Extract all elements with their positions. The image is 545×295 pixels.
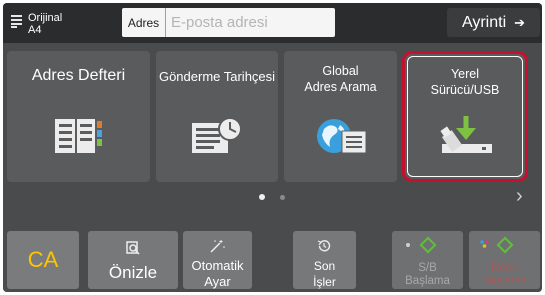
tile-usb-label-line1: Yerel <box>450 67 480 81</box>
color-start-button[interactable]: Renk Başlama <box>469 231 540 289</box>
tile-global-label-line2: Adres Arama <box>304 80 377 94</box>
color-start-label-line1: Renk <box>491 262 518 274</box>
recent-jobs-label-line1: Son <box>313 259 336 273</box>
auto-set-button[interactable]: Otomatik Ayar <box>183 231 252 289</box>
arrow-right-icon: ➔ <box>514 14 526 30</box>
bottom-bar: CA Önizle Otomatik Ayar Son İşler S/B Ba… <box>3 225 542 292</box>
ca-button[interactable]: CA <box>7 231 79 289</box>
bw-start-button[interactable]: S/B Başlama <box>392 231 463 289</box>
tile-global-address-search[interactable]: Global Adres Arama <box>284 51 397 182</box>
bw-start-label-line2: Başlama <box>405 275 450 287</box>
destination-tiles: Adres Defteri Gönderme Tarihçesi Global … <box>3 51 542 191</box>
ca-label: CA <box>27 247 59 272</box>
tile-usb-label-line2: Sürücü/USB <box>430 83 500 97</box>
start-diamond-icon <box>419 236 437 254</box>
tile-local-drive-usb[interactable]: Yerel Sürücü/USB <box>402 51 528 182</box>
preview-button[interactable]: Önizle <box>88 231 178 289</box>
history-icon <box>317 240 331 252</box>
recent-jobs-label-line2: İşler <box>313 275 336 289</box>
tile-send-history-label: Gönderme Tarihçesi <box>158 69 276 84</box>
page-dot-active <box>259 194 265 200</box>
color-start-label-line2: Başlama <box>482 275 527 287</box>
screen: Orijinal A4 Adres Ayrinti ➔ Adres Defter… <box>3 3 542 292</box>
tile-send-history[interactable]: Gönderme Tarihçesi <box>156 51 278 182</box>
auto-set-label-line2: Ayar <box>204 274 231 289</box>
preview-label: Önizle <box>108 263 158 282</box>
usb-drive-icon <box>440 116 492 153</box>
tile-address-book-label: Adres Defteri <box>31 67 126 84</box>
magic-wand-icon <box>210 240 225 253</box>
bw-start-label: S/B Başlama <box>392 262 463 288</box>
recent-jobs-button[interactable]: Son İşler <box>293 231 356 289</box>
recent-jobs-label: Son İşler <box>293 258 356 290</box>
auto-set-label: Otomatik Ayar <box>183 258 252 290</box>
original-label: Orijinal <box>28 12 63 24</box>
page-indicator <box>259 194 300 200</box>
tile-global-label-line1: Global <box>322 64 359 78</box>
auto-set-label-line1: Otomatik <box>191 258 244 273</box>
color-dots-icon <box>480 240 489 248</box>
details-label: Ayrinti <box>461 13 507 31</box>
address-book-icon <box>55 119 102 153</box>
original-setting[interactable]: Orijinal A4 <box>11 12 62 36</box>
original-text: Orijinal A4 <box>28 12 62 36</box>
address-field[interactable]: Adres <box>122 8 335 37</box>
bw-indicator-dot <box>406 243 410 247</box>
page-dot[interactable] <box>280 195 285 200</box>
start-diamond-icon <box>496 236 514 254</box>
tile-address-book[interactable]: Adres Defteri <box>7 51 150 182</box>
tile-global-label: Global Adres Arama <box>284 63 397 95</box>
email-address-input[interactable] <box>166 9 331 36</box>
details-button[interactable]: Ayrinti ➔ <box>447 8 540 37</box>
tile-usb-label: Yerel Sürücü/USB <box>405 66 525 98</box>
address-label: Adres <box>122 8 166 37</box>
top-bar: Orijinal A4 Adres Ayrinti ➔ <box>3 3 542 43</box>
color-start-label: Renk Başlama <box>469 262 540 288</box>
global-search-icon <box>317 119 367 154</box>
bw-start-label-line1: S/B <box>418 262 437 274</box>
preview-icon <box>126 241 140 255</box>
chevron-right-icon[interactable]: › <box>516 185 523 208</box>
send-history-icon <box>192 117 242 153</box>
original-doc-icon <box>11 15 22 28</box>
original-size: A4 <box>28 24 42 36</box>
